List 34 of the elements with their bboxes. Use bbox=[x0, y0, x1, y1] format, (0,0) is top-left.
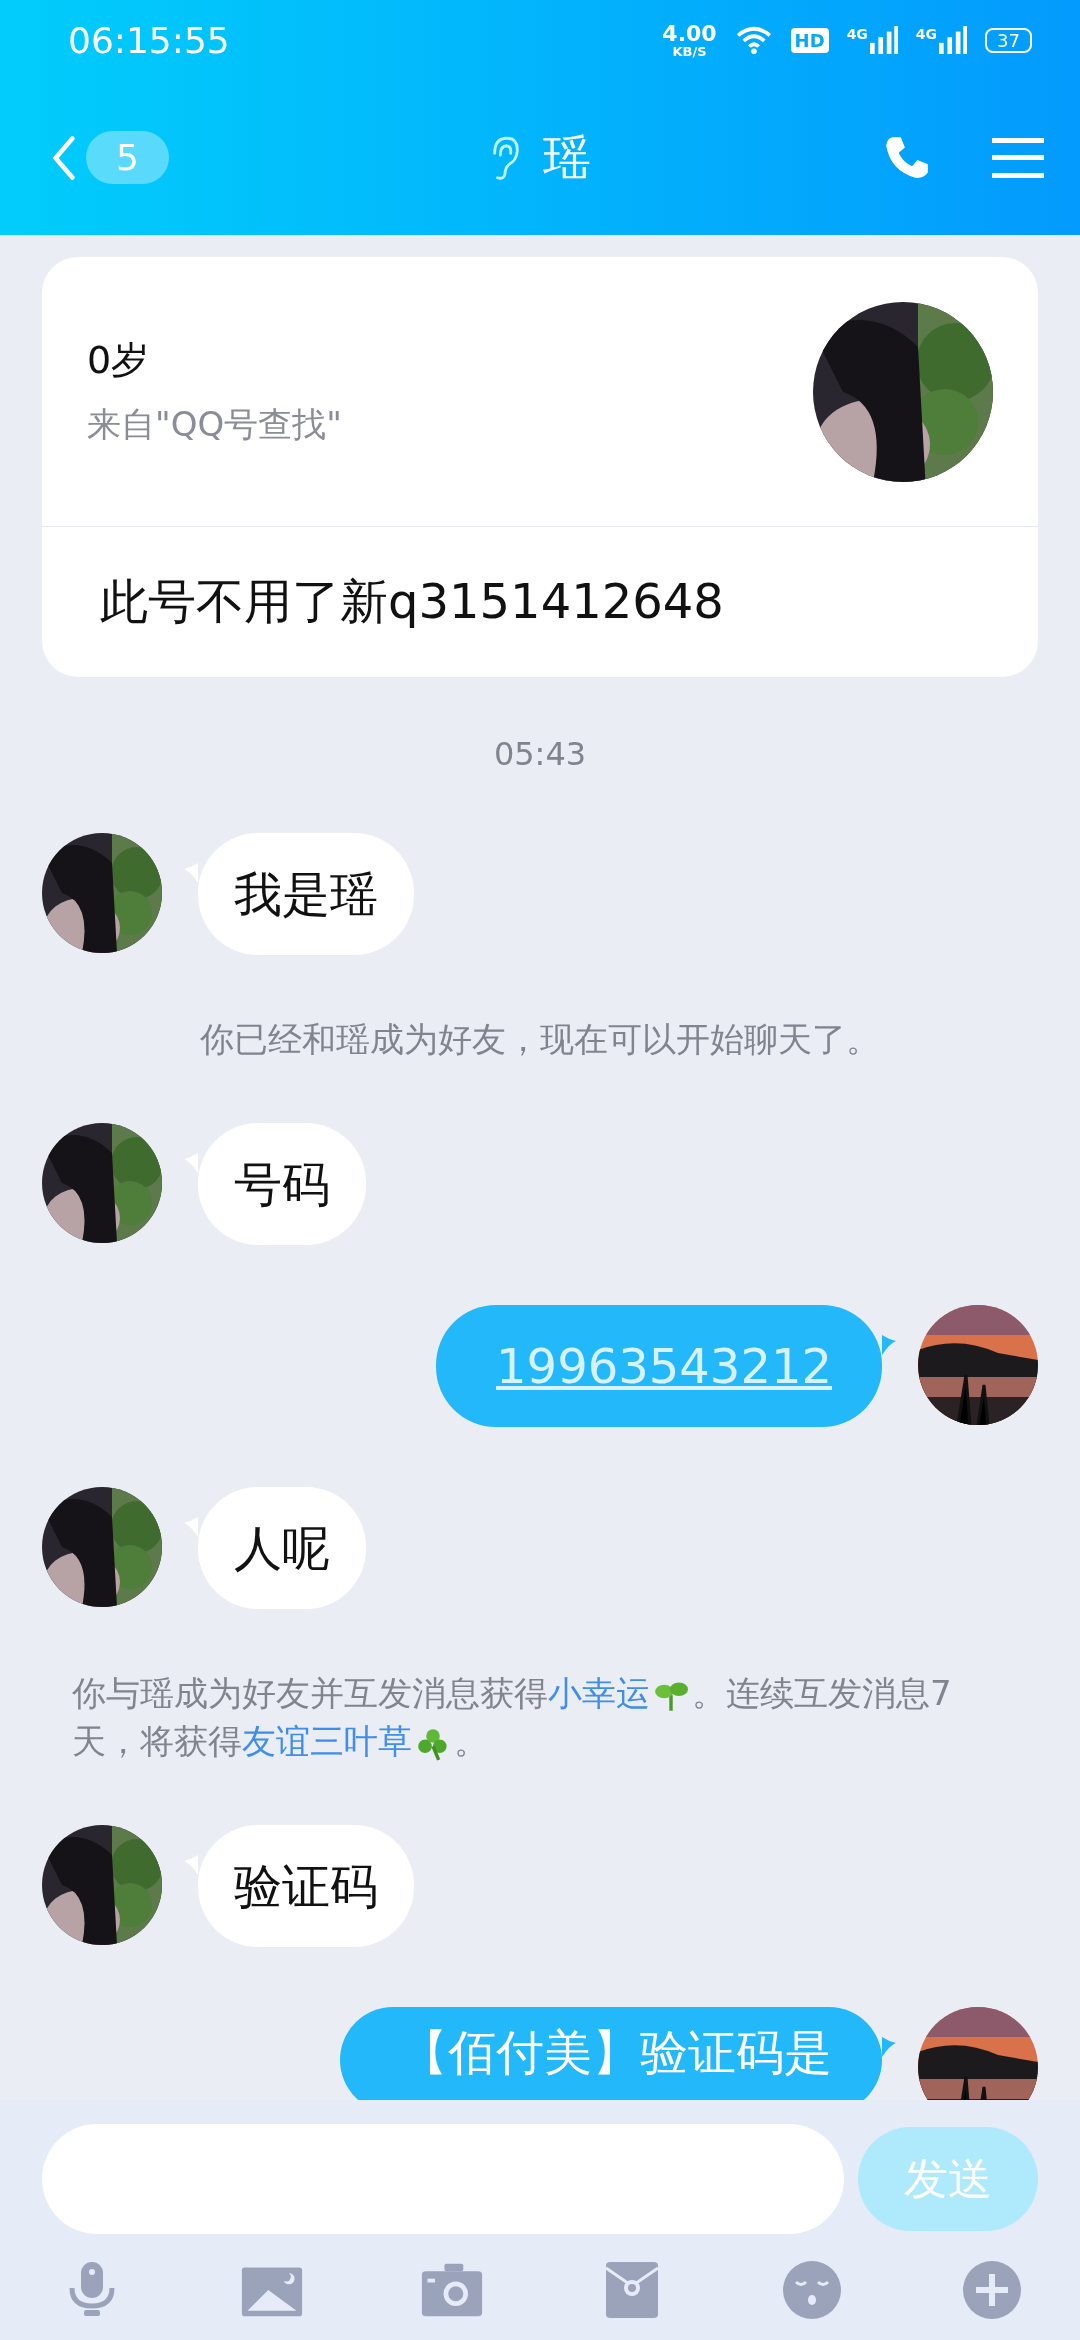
profile-age: 0岁 bbox=[87, 337, 151, 384]
message-bubble[interactable]: 验证码 bbox=[198, 1825, 414, 1947]
wifi-icon bbox=[734, 26, 773, 54]
network-type: 4G bbox=[915, 26, 938, 42]
system-notice: 你与瑶成为好友并互发消息获得小幸运 。连续互发消息7天，将获得友谊三叶草 。 bbox=[71, 1672, 953, 1763]
hd-badge: HD bbox=[790, 27, 829, 53]
signal-icon bbox=[939, 26, 968, 54]
chat-title: 瑶 bbox=[543, 127, 591, 187]
message-bubble[interactable]: 我是瑶 bbox=[198, 833, 414, 955]
phone-link[interactable]: 19963543212 bbox=[496, 1338, 832, 1394]
message-bubble[interactable]: 号码 bbox=[198, 1123, 366, 1245]
network-speed: 4.00 bbox=[662, 22, 717, 45]
reward-link[interactable]: 小幸运 bbox=[548, 1673, 650, 1713]
message-bubble[interactable]: 【佰付美】验证码是 bbox=[340, 2007, 882, 2100]
emoji-icon[interactable] bbox=[780, 2260, 844, 2320]
message-bubble[interactable]: 19963543212 bbox=[436, 1305, 882, 1427]
message-bubble[interactable]: 人呢 bbox=[198, 1487, 366, 1609]
menu-icon[interactable] bbox=[992, 137, 1044, 178]
network-type: 4G bbox=[846, 26, 868, 42]
unread-count[interactable]: 5 bbox=[86, 131, 169, 184]
message-time: 05:43 bbox=[492, 735, 588, 773]
network-speed-unit: KB/S bbox=[672, 44, 707, 58]
clover-icon bbox=[416, 1726, 450, 1761]
battery-level: 37 bbox=[985, 27, 1032, 53]
system-notice: 你已经和瑶成为好友，现在可以开始聊天了。 bbox=[199, 1018, 881, 1061]
bubble-tail-icon bbox=[882, 1335, 896, 1355]
reward-link[interactable]: 友谊三叶草 bbox=[242, 1721, 412, 1761]
signal-icon bbox=[869, 26, 898, 54]
profile-card[interactable]: 0岁 来自"QQ号查找" 此号不用了新q3151412648 bbox=[42, 257, 1038, 677]
plus-icon[interactable] bbox=[960, 2260, 1024, 2320]
status-time: 06:15:55 bbox=[68, 19, 230, 61]
profile-signature: 此号不用了新q3151412648 bbox=[99, 572, 725, 631]
profile-source: 来自"QQ号查找" bbox=[87, 403, 342, 446]
bubble-tail-icon bbox=[882, 2037, 896, 2057]
